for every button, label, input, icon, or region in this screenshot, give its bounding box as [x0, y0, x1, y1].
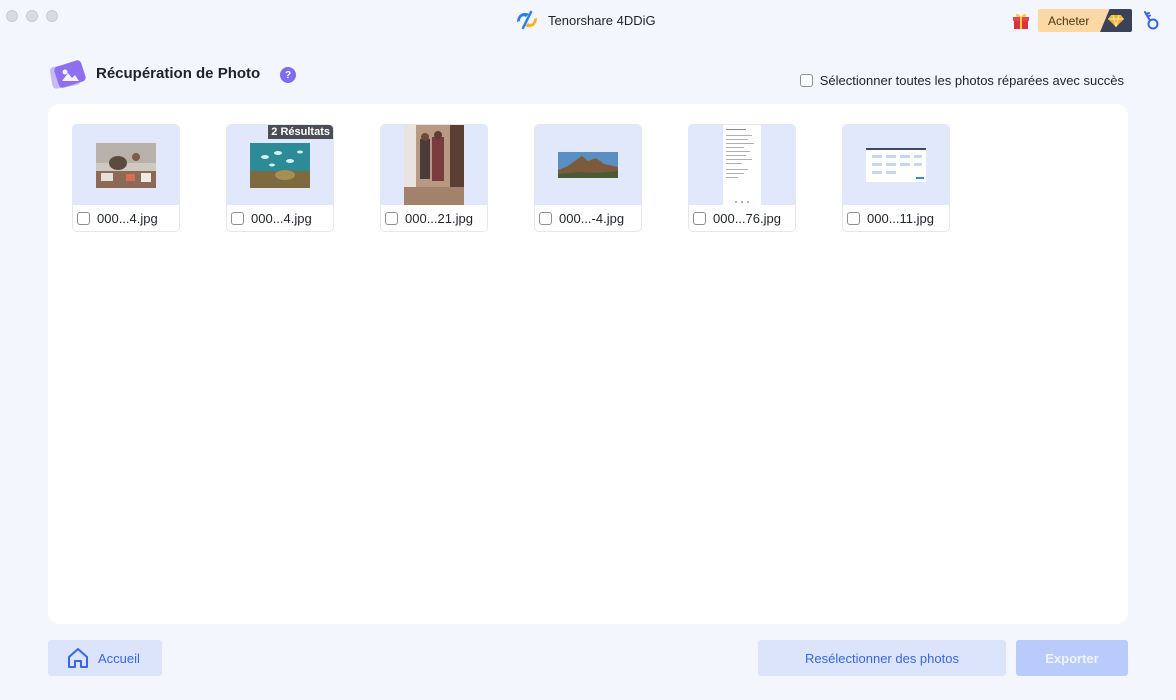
photo-thumbnail[interactable]	[843, 125, 949, 205]
photo-underwater-fish-thumbnail	[250, 142, 310, 188]
buy-button-label: Acheter	[1038, 9, 1110, 32]
photo-filename: 000...21.jpg	[405, 211, 473, 226]
photo-card[interactable]: 2 Résultats 000...4.jpg	[226, 124, 334, 232]
photo-card-footer: 000...11.jpg	[843, 205, 949, 231]
photo-card[interactable]: 000...4.jpg	[72, 124, 180, 232]
document-screenshot-thumbnail	[723, 125, 761, 205]
select-all-checkbox-box[interactable]	[799, 74, 813, 87]
reselect-photos-button[interactable]: Resélectionner des photos	[758, 640, 1006, 676]
close-window-button[interactable]	[6, 10, 18, 22]
photo-checkbox[interactable]	[693, 212, 706, 225]
photo-rock-landscape-thumbnail	[558, 152, 618, 178]
home-button-label: Accueil	[98, 650, 140, 666]
photo-card-footer: 000...-4.jpg	[535, 205, 641, 231]
photo-filename: 000...76.jpg	[713, 211, 781, 226]
photo-checkbox[interactable]	[847, 212, 860, 225]
zoom-window-button[interactable]	[46, 10, 58, 22]
results-badge: 2 Résultats	[268, 125, 333, 139]
photo-thumbnail[interactable]	[535, 125, 641, 205]
photo-checkbox[interactable]	[385, 212, 398, 225]
photo-filename: 000...4.jpg	[97, 211, 158, 226]
buy-button[interactable]: Acheter	[1038, 9, 1132, 32]
photo-thumbnail[interactable]	[381, 125, 487, 205]
photo-thumbnail[interactable]: 2 Résultats	[227, 125, 333, 205]
photo-filename: 000...11.jpg	[867, 211, 934, 226]
photo-results-panel: 000...4.jpg 2 Résultats 000...4.jpg 000.…	[48, 104, 1128, 624]
help-icon[interactable]: ?	[280, 67, 296, 83]
select-all-checkbox[interactable]: Sélectionner toutes les photos réparées …	[799, 73, 1124, 88]
app-title: Tenorshare 4DDiG	[514, 8, 656, 32]
export-button[interactable]: Exporter	[1016, 640, 1128, 676]
photo-people-room-thumbnail	[404, 125, 464, 205]
photo-card[interactable]: 000...21.jpg	[380, 124, 488, 232]
app-logo-icon	[517, 10, 537, 30]
photo-filename: 000...4.jpg	[251, 211, 312, 226]
minimize-window-button[interactable]	[26, 10, 38, 22]
photo-card-footer: 000...76.jpg	[689, 205, 795, 231]
photo-thumbnail[interactable]	[689, 125, 795, 205]
title-bar: Tenorshare 4DDiG Acheter	[0, 0, 1176, 40]
photo-grid: 000...4.jpg 2 Résultats 000...4.jpg 000.…	[72, 124, 950, 232]
page-title: Récupération de Photo	[96, 65, 261, 82]
home-button[interactable]: Accueil	[48, 640, 162, 676]
photo-card-footer: 000...21.jpg	[381, 205, 487, 231]
photo-card[interactable]: 000...11.jpg	[842, 124, 950, 232]
web-page-screenshot-thumbnail	[866, 148, 926, 182]
photo-card-footer: 000...4.jpg	[73, 205, 179, 231]
photo-checkbox[interactable]	[539, 212, 552, 225]
window-controls	[6, 10, 58, 22]
app-title-text: Tenorshare 4DDiG	[548, 12, 656, 28]
photo-card[interactable]: 000...-4.jpg	[534, 124, 642, 232]
photo-recovery-icon	[49, 60, 86, 89]
photo-card-footer: 000...4.jpg	[227, 205, 333, 231]
photo-checkbox[interactable]	[77, 212, 90, 225]
gift-icon[interactable]	[1011, 10, 1031, 30]
key-icon[interactable]	[1141, 9, 1161, 31]
photo-checkbox[interactable]	[231, 212, 244, 225]
home-icon	[68, 648, 88, 668]
photo-filename: 000...-4.jpg	[559, 211, 625, 226]
photo-people-table-thumbnail	[96, 142, 156, 188]
select-all-label: Sélectionner toutes les photos réparées …	[819, 73, 1124, 88]
photo-card[interactable]: 000...76.jpg	[688, 124, 796, 232]
photo-thumbnail[interactable]	[73, 125, 179, 205]
